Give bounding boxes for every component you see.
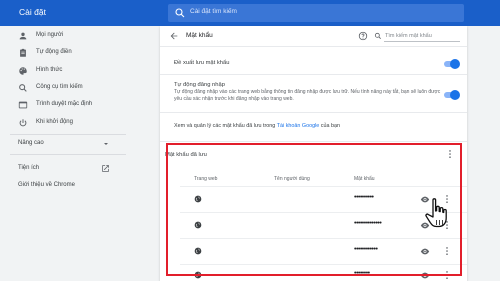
search-icon — [19, 84, 27, 92]
search-placeholder: Cài đặt tìm kiếm — [190, 8, 237, 15]
sidebar-divider — [10, 154, 126, 155]
sidebar-item-people[interactable]: Mọi người — [0, 28, 136, 44]
help-icon[interactable] — [358, 31, 368, 41]
google-account-suffix: của bạn — [319, 123, 340, 129]
page-title: Mật khẩu — [186, 32, 213, 39]
search-underline — [384, 41, 460, 42]
divider — [160, 141, 467, 142]
external-link-icon[interactable] — [101, 164, 110, 173]
back-arrow-icon[interactable] — [169, 31, 179, 41]
auto-signin-label: Tự động đăng nhập — [174, 82, 225, 88]
auto-signin-description: Tự động đăng nhập vào các trang web bằng… — [174, 89, 441, 102]
sidebar-item-about[interactable]: Giới thiệu về Chrome — [18, 182, 75, 188]
palette-icon — [19, 67, 27, 75]
google-account-link[interactable]: Tài khoản Google — [277, 123, 320, 129]
sidebar-item-label: Công cụ tìm kiếm — [36, 84, 83, 90]
sidebar-item-extensions[interactable]: Tiện ích — [18, 165, 39, 171]
chevron-down-icon[interactable] — [102, 140, 110, 148]
sidebar-item-label: Tự động điền — [36, 49, 72, 55]
divider — [160, 112, 467, 113]
offer-save-toggle[interactable] — [444, 59, 460, 69]
top-bar: Cài đặt Cài đặt tìm kiếm — [0, 0, 500, 26]
sidebar-item-label: Trình duyệt mặc định — [36, 101, 93, 107]
sidebar-item-advanced[interactable]: Nâng cao — [18, 140, 44, 146]
power-icon — [19, 119, 27, 127]
sidebar-item-autofill[interactable]: Tự động điền — [0, 45, 136, 61]
settings-search-input[interactable]: Cài đặt tìm kiếm — [168, 4, 464, 22]
divider — [160, 46, 467, 47]
password-search-placeholder: Tìm kiếm mật khẩu — [385, 32, 432, 39]
google-account-note: Xem và quản lý các mật khẩu đã lưu trong… — [174, 122, 340, 130]
sidebar-item-startup[interactable]: Khi khởi động — [0, 115, 136, 131]
sidebar-divider — [10, 134, 126, 135]
sidebar-item-default-browser[interactable]: Trình duyệt mặc định — [0, 97, 136, 113]
person-icon — [19, 32, 27, 40]
hand-cursor-icon — [425, 198, 447, 228]
saved-passwords-highlight — [166, 143, 462, 276]
sidebar-item-label: Khi khởi động — [36, 119, 73, 125]
google-account-prefix: Xem và quản lý các mật khẩu đã lưu trong — [174, 123, 277, 129]
browser-icon — [18, 101, 28, 109]
sidebar: Mọi người Tự động điền Hình thức Công cụ… — [0, 26, 136, 281]
clipboard-icon — [20, 48, 26, 57]
search-icon — [374, 32, 381, 39]
search-icon — [175, 8, 185, 18]
password-search-input[interactable]: Tìm kiếm mật khẩu — [374, 31, 460, 42]
sidebar-item-label: Hình thức — [36, 67, 63, 73]
sidebar-item-label: Mọi người — [36, 32, 64, 38]
divider — [160, 74, 467, 75]
sidebar-item-appearance[interactable]: Hình thức — [0, 63, 136, 79]
app-title: Cài đặt — [19, 7, 46, 17]
offer-save-label: Đề xuất lưu mật khẩu — [174, 60, 230, 66]
passwords-header: Mật khẩu Tìm kiếm mật khẩu — [160, 26, 467, 46]
sidebar-item-search-engine[interactable]: Công cụ tìm kiếm — [0, 80, 136, 96]
auto-signin-toggle[interactable] — [444, 90, 460, 100]
